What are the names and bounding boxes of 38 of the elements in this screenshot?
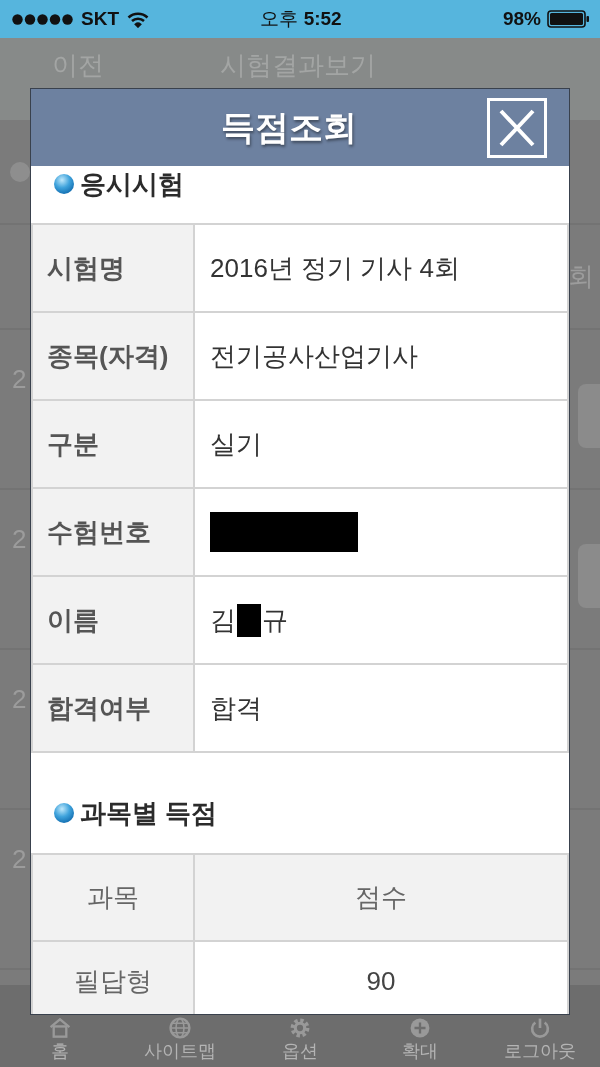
field-value: 김 (210, 603, 236, 637)
column-header: 과목 (33, 855, 193, 940)
tab-bar-item[interactable]: 확대 (402, 1017, 438, 1061)
field-value: 2016년 정기 기사 4회 (195, 225, 567, 311)
section-heading: 과목별 득점 (80, 797, 218, 829)
tab-bar-item[interactable]: 옵션 (282, 1017, 318, 1061)
battery-percentage: 98% (502, 8, 541, 30)
tab-bar-item[interactable]: 홈 (49, 1017, 71, 1061)
battery-icon (547, 10, 590, 28)
power-icon (529, 1017, 551, 1039)
clock-time: 오후 5:52 (260, 7, 342, 31)
globe-icon (169, 1017, 191, 1039)
field-label: 종목(자격) (33, 313, 193, 399)
tab-bar-item[interactable]: 사이트맵 (144, 1017, 216, 1061)
zoom-in-icon (409, 1017, 431, 1039)
column-header: 점수 (195, 855, 567, 940)
close-button[interactable] (487, 97, 547, 158)
field-label: 이름 (33, 577, 193, 663)
field-value: 합격 (195, 665, 567, 751)
bullet-icon (54, 803, 74, 823)
carrier-name: SKT (81, 8, 119, 30)
field-label: 수험번호 (33, 489, 193, 575)
section-heading: 응시시험 (80, 168, 184, 200)
field-label: 합격여부 (33, 665, 193, 751)
bullet-icon (54, 174, 74, 194)
wifi-icon (127, 10, 149, 28)
table-cell: 90 (195, 942, 567, 1014)
signal-strength-icon (12, 13, 73, 25)
field-label: 구분 (33, 401, 193, 487)
field-label: 시험명 (33, 225, 193, 311)
dialog-title: 득점조회 (221, 106, 357, 148)
gear-icon (289, 1017, 311, 1039)
table-cell: 필답형 (33, 942, 193, 1014)
tab-bar-item[interactable]: 로그아웃 (504, 1017, 576, 1061)
field-value: 전기공사산업기사 (195, 313, 567, 399)
field-value: 실기 (195, 401, 567, 487)
house-icon (49, 1017, 71, 1039)
field-value: 규 (262, 603, 288, 637)
